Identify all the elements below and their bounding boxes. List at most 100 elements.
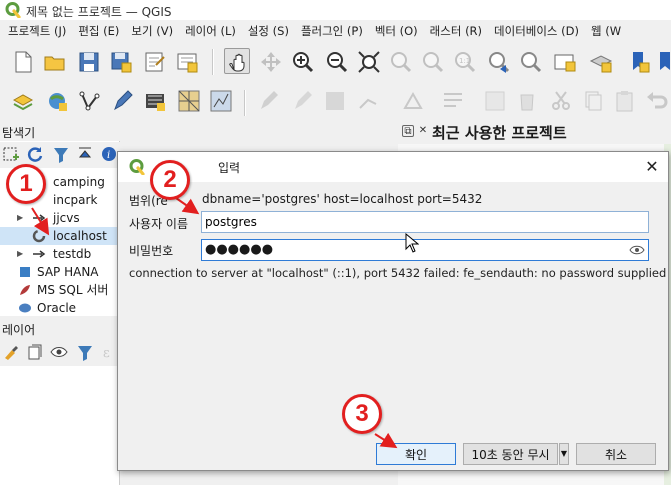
menu-layer[interactable]: 레이어 (L)	[179, 20, 242, 42]
mouse-cursor-icon	[405, 233, 419, 253]
add-feature-icon[interactable]	[356, 88, 382, 114]
filter-icon[interactable]	[52, 143, 70, 165]
browser-panel-title: 탐색기	[2, 126, 36, 140]
data-toolbar	[0, 84, 671, 120]
manage-visibility-icon[interactable]	[50, 341, 68, 363]
menu-raster[interactable]: 래스터 (R)	[424, 20, 488, 42]
menu-vector[interactable]: 벡터 (O)	[369, 20, 424, 42]
menu-plugins[interactable]: 플러그인 (P)	[295, 20, 369, 42]
postgis-connection-icon	[33, 214, 46, 222]
vertex-tool-icon[interactable]	[400, 88, 426, 114]
toggle-editing-icon[interactable]	[290, 88, 316, 114]
tree-item-label: testdb	[53, 247, 92, 261]
cancel-button[interactable]: 취소	[576, 443, 656, 465]
collapse-all-icon[interactable]	[76, 143, 94, 165]
password-label: 비밀번호	[129, 244, 174, 258]
menu-view[interactable]: 보기 (V)	[125, 20, 179, 42]
new-project-icon[interactable]	[10, 49, 36, 75]
show-bookmarks-icon[interactable]	[656, 49, 671, 75]
tree-item-label: Oracle	[37, 301, 77, 315]
ignore-10s-button[interactable]: 10초 동안 무시	[463, 443, 558, 465]
layers-panel-title: 레이어	[2, 323, 36, 337]
menu-database[interactable]: 데이터베이스 (D)	[488, 20, 585, 42]
layout-manager-icon[interactable]	[174, 49, 200, 75]
show-password-icon[interactable]	[629, 243, 645, 257]
layers-tree[interactable]	[0, 366, 120, 485]
float-panel-icon[interactable]: ⧉	[402, 125, 414, 137]
save-edits-icon[interactable]	[322, 88, 348, 114]
new-print-layout-icon[interactable]	[142, 49, 168, 75]
layers-toolbar: ε	[0, 339, 120, 365]
delete-selected-icon[interactable]	[514, 88, 540, 114]
current-edits-icon[interactable]	[256, 88, 282, 114]
menu-web[interactable]: 웹 (W	[585, 20, 627, 42]
open-project-icon[interactable]	[42, 49, 68, 75]
dialog-titlebar: 입력 ✕	[118, 152, 668, 182]
zoom-to-layer-icon[interactable]	[420, 49, 446, 75]
info-icon[interactable]: i	[100, 143, 118, 165]
zoom-out-icon[interactable]	[324, 49, 350, 75]
zoom-native-icon[interactable]: 1:1	[452, 49, 478, 75]
data-source-manager-icon[interactable]	[10, 88, 36, 114]
menu-project[interactable]: 프로젝트 (J)	[2, 20, 72, 42]
dialog-close-button[interactable]: ✕	[642, 157, 662, 177]
add-selected-layers-icon[interactable]	[2, 143, 20, 165]
tree-item-jjcvs[interactable]: ▶ jjcvs	[0, 209, 120, 227]
tree-item-testdb[interactable]: ▶ testdb	[0, 245, 120, 263]
postgis-connection-icon	[33, 250, 46, 258]
tree-item-sap-hana[interactable]: SAP HANA	[0, 263, 120, 281]
zoom-last-icon[interactable]	[486, 49, 512, 75]
tree-item-oracle[interactable]: Oracle	[0, 299, 120, 317]
attribute-table-icon[interactable]	[482, 88, 508, 114]
qgis-logo-icon	[129, 159, 145, 175]
mesh-layer-icon[interactable]	[176, 88, 202, 114]
password-field[interactable]: ●●●●●●	[201, 239, 649, 261]
save-as-icon[interactable]	[108, 49, 134, 75]
zoom-to-selection-icon[interactable]	[388, 49, 414, 75]
menu-edit[interactable]: 편집 (E)	[72, 20, 125, 42]
filter-legend-icon[interactable]	[76, 341, 94, 363]
svg-text:1:1: 1:1	[459, 57, 470, 65]
new-map-view-icon[interactable]	[552, 49, 578, 75]
filter-expression-icon[interactable]: ε	[100, 341, 118, 363]
tree-item-label: jjcvs	[53, 211, 80, 225]
qgis-logo-icon	[5, 2, 21, 18]
add-layer-icon[interactable]	[44, 88, 70, 114]
expand-arrow-icon[interactable]: ▶	[17, 209, 23, 227]
refresh-icon[interactable]	[26, 143, 44, 165]
layer-styling-icon[interactable]	[2, 341, 20, 363]
zoom-next-icon[interactable]	[518, 49, 544, 75]
save-project-icon[interactable]	[76, 49, 102, 75]
copy-features-icon[interactable]	[580, 88, 606, 114]
password-masked-value: ●●●●●●	[205, 242, 274, 257]
ignore-dropdown-icon[interactable]: ▼	[559, 443, 569, 465]
new-3d-map-icon[interactable]	[588, 49, 614, 75]
pan-to-selection-icon[interactable]	[258, 49, 284, 75]
virtual-layer-icon[interactable]	[142, 88, 168, 114]
new-vector-layer-icon[interactable]	[78, 88, 104, 114]
realm-value: dbname='postgres' host=localhost port=54…	[202, 192, 483, 206]
add-group-icon[interactable]	[26, 341, 44, 363]
ok-button[interactable]: 확인	[376, 443, 456, 465]
raster-calculator-icon[interactable]	[208, 88, 234, 114]
cut-features-icon[interactable]	[548, 88, 574, 114]
pan-map-icon[interactable]	[224, 48, 250, 74]
username-input[interactable]	[202, 212, 648, 232]
menu-settings[interactable]: 설정 (S)	[242, 20, 295, 42]
undo-icon[interactable]	[644, 88, 670, 114]
tree-item-mssql[interactable]: MS SQL 서버	[0, 281, 120, 299]
digitize-icon[interactable]	[110, 88, 136, 114]
zoom-full-icon[interactable]	[356, 49, 382, 75]
modify-attributes-icon[interactable]	[440, 88, 466, 114]
tree-item-label: MS SQL 서버	[37, 283, 109, 297]
expand-arrow-icon[interactable]: ▶	[17, 245, 23, 263]
username-field[interactable]	[201, 211, 649, 233]
close-panel-icon[interactable]: ✕	[417, 125, 429, 137]
paste-features-icon[interactable]	[612, 88, 638, 114]
bookmark-icon[interactable]	[626, 49, 652, 75]
recent-projects-header: ⧉ ✕ 최근 사용한 프로젝트	[398, 121, 671, 143]
oracle-icon	[19, 303, 31, 313]
layers-panel-header: 레이어	[0, 318, 120, 338]
tree-item-localhost[interactable]: localhost	[0, 227, 120, 245]
zoom-in-icon[interactable]	[290, 49, 316, 75]
